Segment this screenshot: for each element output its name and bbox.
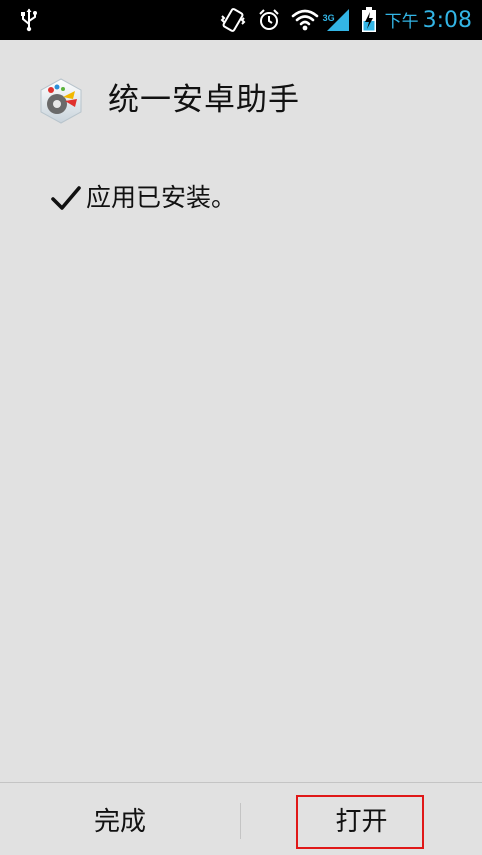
clock-time: 3:08	[422, 8, 472, 33]
app-title: 统一安卓助手	[108, 82, 300, 118]
network-type-label: 3G	[322, 13, 335, 23]
clock-ampm: 下午	[384, 12, 419, 32]
clock: 下午 3:08	[385, 7, 472, 33]
app-logo-icon	[37, 77, 85, 125]
battery-charging-icon	[361, 7, 377, 33]
status-icons: 3G 下午 3:08	[209, 0, 472, 40]
installer-screen: 3G 下午 3:08 统一安卓助手 应用已安装。 完成 打开	[0, 0, 482, 855]
usb-icon	[18, 8, 40, 32]
done-button[interactable]: 完成	[0, 783, 240, 855]
alarm-icon	[257, 8, 281, 32]
install-status: 应用已安装。	[50, 180, 236, 216]
install-status-text: 应用已安装。	[86, 183, 237, 212]
vibrate-icon	[219, 7, 247, 33]
open-button[interactable]: 打开	[241, 783, 482, 855]
signal-icon: 3G	[323, 7, 351, 33]
app-header: 统一安卓助手	[0, 40, 482, 160]
wifi-icon	[291, 9, 319, 31]
status-bar: 3G 下午 3:08	[0, 0, 482, 40]
checkmark-icon	[50, 182, 82, 214]
action-bar: 完成 打开	[0, 782, 482, 855]
